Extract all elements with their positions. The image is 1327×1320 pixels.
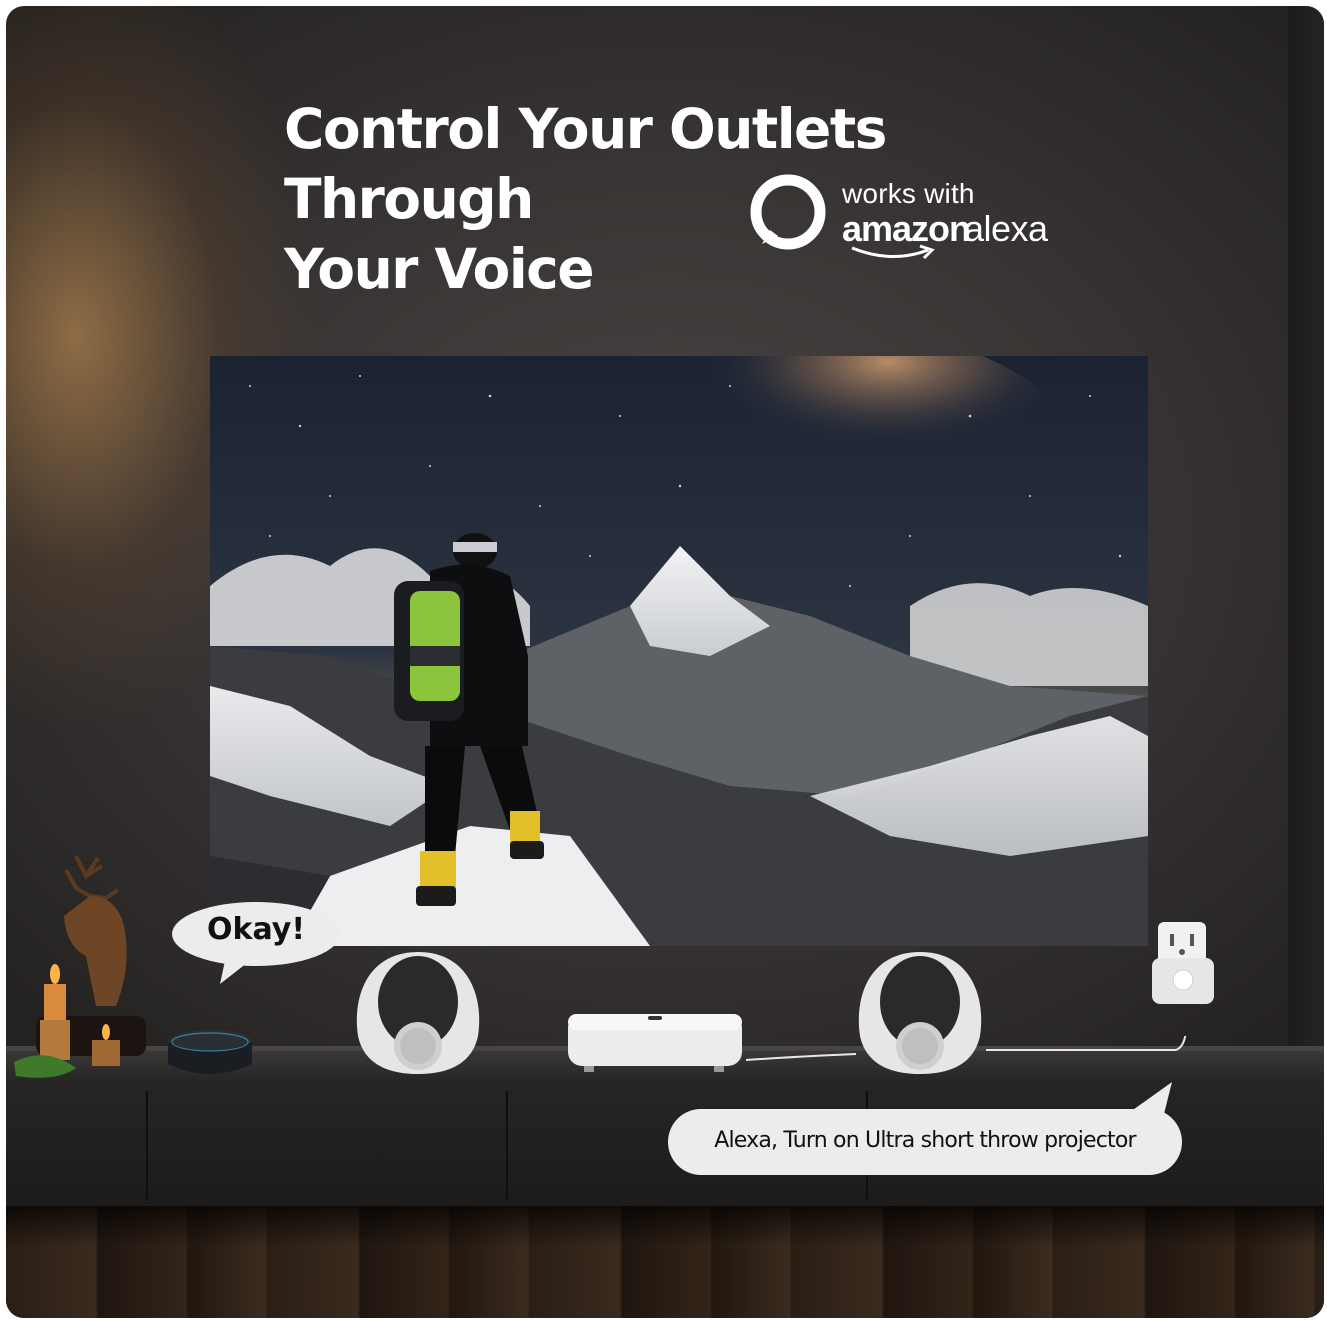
console-seam bbox=[506, 1091, 508, 1201]
works-with-label: works with bbox=[842, 178, 975, 209]
console-seam bbox=[146, 1091, 148, 1201]
speaker-left-icon bbox=[356, 952, 480, 1074]
echo-dot-icon bbox=[168, 1030, 252, 1074]
projector-icon bbox=[568, 1014, 742, 1072]
deer-decor-icon bbox=[14, 855, 146, 1078]
projection-screen bbox=[210, 356, 1148, 946]
reply-bubble-tail bbox=[220, 956, 256, 984]
alexa-wordmark: alexa bbox=[964, 208, 1048, 249]
floor-shadow bbox=[6, 1206, 1324, 1246]
product-banner: Control Your Outlets Through Your Voice … bbox=[6, 6, 1324, 1318]
command-text: Alexa, Turn on Ultra short throw project… bbox=[714, 1128, 1136, 1153]
works-with-alexa-badge: works with amazon alexa bbox=[748, 166, 1068, 266]
reply-text: Okay! bbox=[206, 912, 305, 947]
wall-edge bbox=[1288, 6, 1324, 1066]
command-bubble-tail bbox=[1116, 1082, 1172, 1122]
smart-plug-icon bbox=[1152, 922, 1214, 1004]
amazon-smile-icon bbox=[851, 244, 935, 260]
alexa-ring-icon bbox=[750, 174, 826, 250]
mountain-night-scene bbox=[210, 356, 1148, 946]
power-cables bbox=[746, 1036, 1187, 1061]
